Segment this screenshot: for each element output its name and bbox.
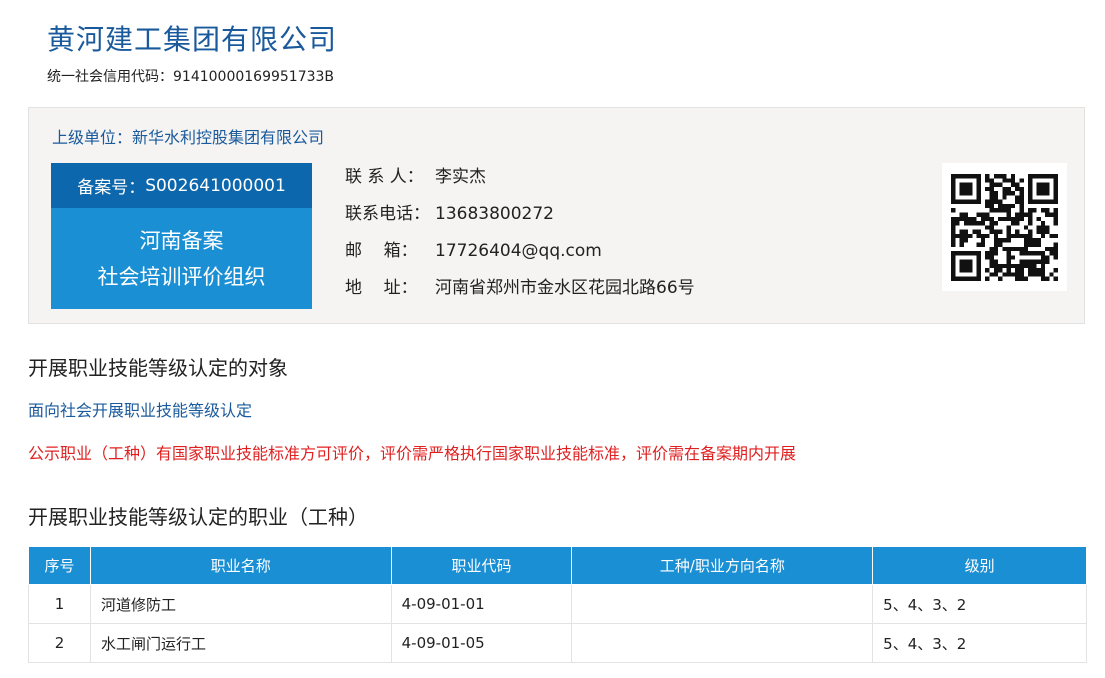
contact-value: 李实杰	[435, 167, 486, 187]
col-header-code: 职业代码	[390, 546, 573, 585]
contact-label: 联系电话：	[345, 204, 430, 224]
col-header-direction: 工种/职业方向名称	[571, 546, 874, 585]
contact-row-phone: 联系电话： 13683800272	[345, 202, 695, 239]
table-row: 2 水工闸门运行工 4-09-01-05 5、4、3、2	[28, 623, 1087, 663]
evaluation-notice: 公示职业（工种）有国家职业技能标准方可评价，评价需严格执行国家职业技能标准，评价…	[28, 444, 797, 463]
cell-code: 4-09-01-05	[390, 623, 573, 663]
col-header-name: 职业名称	[89, 546, 392, 585]
contact-value: 河南省郑州市金水区花园北路66号	[435, 278, 695, 298]
credit-code-label: 统一社会信用代码：	[47, 69, 173, 85]
badge-line-2: 社会培训评价组织	[97, 264, 266, 289]
contact-value: 13683800272	[435, 204, 554, 224]
qr-code	[942, 163, 1067, 291]
occupation-table: 序号 职业名称 职业代码 工种/职业方向名称 级别 1 河道修防工 4-09-0…	[28, 546, 1087, 663]
record-value: S002641000001	[145, 175, 286, 196]
cell-name: 河道修防工	[89, 584, 392, 624]
company-name: 黄河建工集团有限公司	[47, 23, 338, 56]
credit-code-value: 91410000169951733B	[173, 69, 335, 85]
table-header-row: 序号 职业名称 职业代码 工种/职业方向名称 级别	[28, 546, 1087, 585]
badge-body: 河南备案 社会培训评价组织	[51, 208, 312, 309]
contact-value: 17726404@qq.com	[435, 241, 602, 261]
cell-level: 5、4、3、2	[872, 584, 1087, 624]
cell-direction	[571, 584, 874, 624]
contact-row-person: 联 系 人： 李实杰	[345, 165, 695, 202]
col-header-level: 级别	[872, 546, 1087, 585]
cell-direction	[571, 623, 874, 663]
credit-code: 统一社会信用代码：91410000169951733B	[47, 66, 334, 86]
parent-unit: 上级单位：新华水利控股集团有限公司	[52, 124, 324, 148]
info-panel: 上级单位：新华水利控股集团有限公司 备案号： S002641000001 河南备案…	[28, 107, 1085, 324]
qr-code-icon	[951, 173, 1058, 281]
parent-unit-value: 新华水利控股集团有限公司	[132, 128, 325, 147]
col-header-no: 序号	[28, 546, 91, 585]
section-title-target: 开展职业技能等级认定的对象	[28, 356, 288, 380]
contact-label: 地 址：	[345, 278, 418, 298]
section-title-occupations: 开展职业技能等级认定的职业（工种）	[28, 505, 368, 529]
record-label: 备案号：	[77, 178, 146, 198]
contact-list: 联 系 人： 李实杰 联系电话： 13683800272 邮 箱： 177264…	[345, 165, 695, 313]
contact-row-address: 地 址： 河南省郑州市金水区花园北路66号	[345, 276, 695, 313]
contact-label: 邮 箱：	[345, 241, 418, 261]
parent-unit-label: 上级单位：	[52, 128, 133, 147]
cell-code: 4-09-01-01	[390, 584, 573, 624]
target-description: 面向社会开展职业技能等级认定	[28, 401, 253, 420]
contact-label: 联 系 人：	[345, 167, 424, 187]
table-row: 1 河道修防工 4-09-01-01 5、4、3、2	[28, 584, 1087, 624]
contact-row-email: 邮 箱： 17726404@qq.com	[345, 239, 695, 276]
cell-no: 2	[28, 623, 91, 663]
cell-level: 5、4、3、2	[872, 623, 1087, 663]
cell-name: 水工闸门运行工	[89, 623, 392, 663]
cell-no: 1	[28, 584, 91, 624]
record-badge: 备案号： S002641000001 河南备案 社会培训评价组织	[51, 163, 312, 309]
badge-line-1: 河南备案	[139, 228, 224, 253]
record-number: 备案号： S002641000001	[51, 163, 312, 208]
